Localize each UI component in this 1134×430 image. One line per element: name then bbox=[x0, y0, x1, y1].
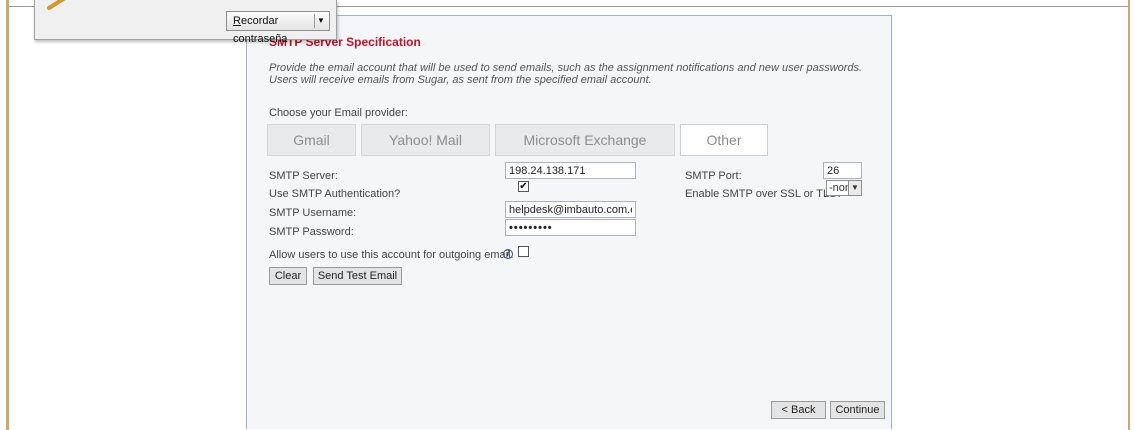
provider-other-tab[interactable]: Other bbox=[680, 124, 768, 156]
provider-exchange-tab[interactable]: Microsoft Exchange bbox=[495, 124, 675, 156]
ssl-tls-select[interactable]: -none- ▼ bbox=[826, 180, 862, 196]
remember-password-button[interactable]: Recordar contraseña ▼ bbox=[226, 11, 330, 45]
password-manager-popup: Recordar contraseña ▼ bbox=[34, 0, 337, 45]
smtp-password-input[interactable] bbox=[505, 219, 636, 236]
provider-yahoo-tab[interactable]: Yahoo! Mail bbox=[361, 124, 490, 156]
window-left-border bbox=[6, 0, 9, 430]
split-divider bbox=[314, 14, 315, 28]
chevron-down-icon: ▼ bbox=[848, 181, 861, 195]
smtp-username-input[interactable] bbox=[505, 201, 636, 218]
ssl-tls-label: Enable SMTP over SSL or TLS? bbox=[685, 188, 843, 200]
continue-button[interactable]: Continue bbox=[830, 401, 885, 419]
window-right-border bbox=[1128, 0, 1130, 430]
smtp-password-label: SMTP Password: bbox=[269, 226, 354, 238]
key-icon bbox=[47, 0, 66, 10]
provider-gmail-tab[interactable]: Gmail bbox=[267, 124, 356, 156]
smtp-settings-panel: SMTP Server Specification Provide the em… bbox=[246, 15, 892, 429]
send-test-email-button[interactable]: Send Test Email bbox=[313, 267, 402, 285]
info-icon[interactable]: i bbox=[503, 249, 513, 259]
description-text: Provide the email account that will be u… bbox=[269, 62, 863, 86]
smtp-port-input[interactable] bbox=[823, 162, 862, 179]
back-button[interactable]: < Back bbox=[771, 401, 826, 419]
clear-button[interactable]: Clear bbox=[269, 267, 307, 285]
chevron-down-icon[interactable]: ▼ bbox=[317, 12, 325, 30]
smtp-server-label: SMTP Server: bbox=[269, 170, 338, 182]
smtp-server-input[interactable] bbox=[505, 162, 636, 179]
allow-users-checkbox[interactable] bbox=[518, 246, 529, 257]
allow-users-label: Allow users to use this account for outg… bbox=[269, 249, 514, 261]
smtp-port-label: SMTP Port: bbox=[685, 170, 742, 182]
smtp-auth-checkbox[interactable]: ✔ bbox=[518, 181, 529, 192]
choose-provider-label: Choose your Email provider: bbox=[269, 107, 408, 119]
smtp-auth-label: Use SMTP Authentication? bbox=[269, 188, 401, 200]
smtp-username-label: SMTP Username: bbox=[269, 207, 357, 219]
